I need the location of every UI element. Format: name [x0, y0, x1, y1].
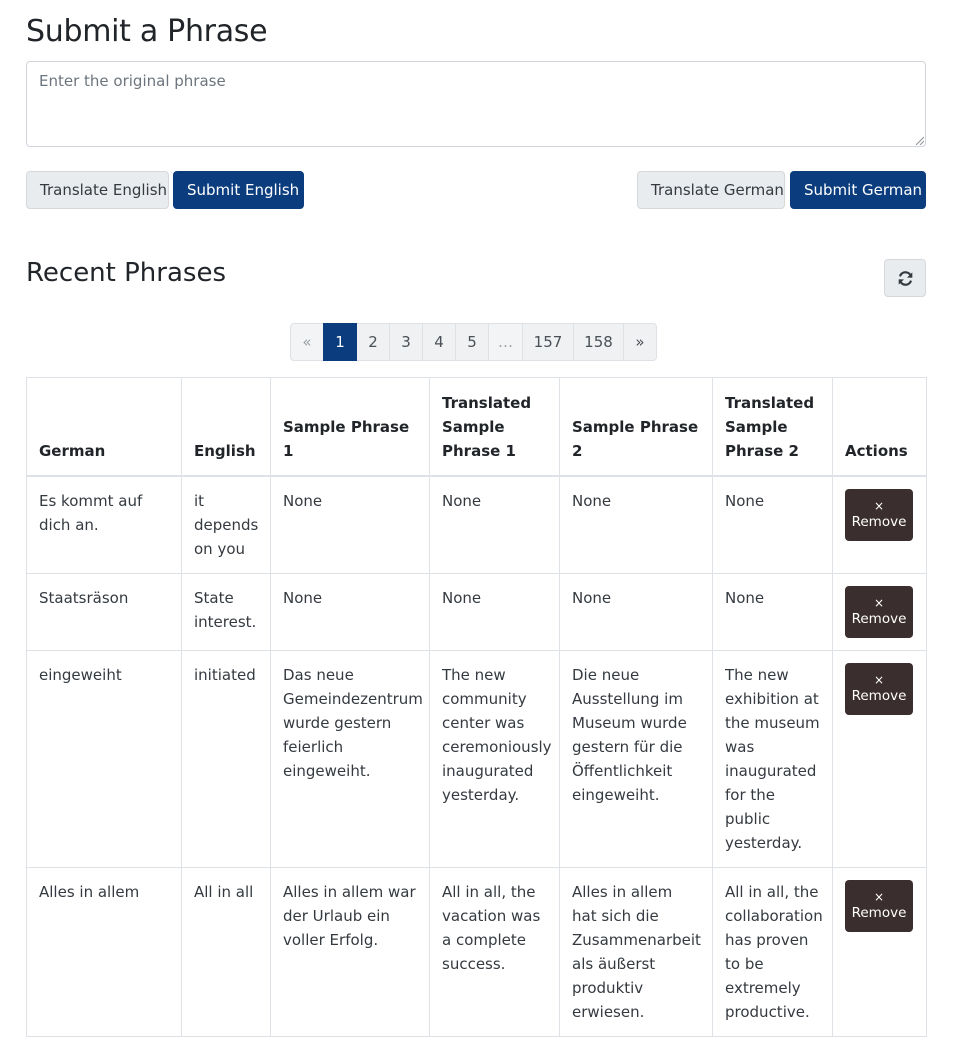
remove-label: Remove: [851, 610, 907, 627]
pagination-next[interactable]: »: [623, 323, 657, 361]
page-link-1[interactable]: 1: [323, 323, 357, 361]
cell-german: eingeweiht: [26, 649, 182, 868]
page-link-157[interactable]: 157: [522, 323, 574, 361]
cell-translated-sample-phrase-1: None: [429, 475, 560, 574]
table-header-row: German English Sample Phrase 1 Translate…: [26, 377, 927, 477]
cell-translated-sample-phrase-1: The new community center was ceremonious…: [429, 649, 560, 868]
table-row: eingeweiht initiated Das neue Gemeindeze…: [26, 649, 927, 868]
close-icon: ×: [873, 498, 885, 513]
submit-german-button[interactable]: Submit German: [790, 171, 926, 209]
pagination-prev: «: [290, 323, 324, 361]
cell-translated-sample-phrase-2: None: [712, 475, 833, 574]
cell-german: Alles in allem: [26, 866, 182, 1037]
table-row: Staatsräson State interest. None None No…: [26, 572, 927, 651]
col-header-sample-phrase-2: Sample Phrase 2: [559, 377, 713, 477]
remove-label: Remove: [851, 904, 907, 921]
col-header-english: English: [181, 377, 271, 477]
cell-sample-phrase-2: Alles in allem hat sich die Zusammenarbe…: [559, 866, 713, 1037]
cell-translated-sample-phrase-1: All in all, the vacation was a complete …: [429, 866, 560, 1037]
col-header-translated-sample-phrase-2: Translated Sample Phrase 2: [712, 377, 833, 477]
cell-english: initiated: [181, 649, 271, 868]
page-link-5[interactable]: 5: [455, 323, 489, 361]
submit-english-button[interactable]: Submit English: [173, 171, 304, 209]
remove-button[interactable]: × Remove: [845, 585, 913, 638]
cell-actions: × Remove: [832, 475, 927, 574]
table-row: Alles in allem All in all Alles in allem…: [26, 866, 927, 1037]
col-header-actions: Actions: [832, 377, 927, 477]
col-header-sample-phrase-1: Sample Phrase 1: [270, 377, 430, 477]
cell-english: State interest.: [181, 572, 271, 651]
cell-translated-sample-phrase-1: None: [429, 572, 560, 651]
page-link-3[interactable]: 3: [389, 323, 423, 361]
cell-english: All in all: [181, 866, 271, 1037]
cell-actions: × Remove: [832, 866, 927, 1037]
refresh-button[interactable]: [884, 259, 926, 297]
cell-sample-phrase-2: None: [559, 475, 713, 574]
cell-sample-phrase-1: None: [270, 572, 430, 651]
table-row: Es kommt auf dich an. it depends on you …: [26, 475, 927, 574]
remove-button[interactable]: × Remove: [845, 488, 913, 541]
translate-german-button[interactable]: Translate German: [637, 171, 785, 209]
remove-button[interactable]: × Remove: [845, 662, 913, 715]
phrase-input[interactable]: [26, 61, 926, 147]
cell-actions: × Remove: [832, 649, 927, 868]
translate-english-button[interactable]: Translate English: [26, 171, 169, 209]
cell-sample-phrase-1: Das neue Gemeindezentrum wurde gestern f…: [270, 649, 430, 868]
remove-label: Remove: [851, 687, 907, 704]
close-icon: ×: [873, 672, 885, 687]
page-link-2[interactable]: 2: [356, 323, 390, 361]
cell-sample-phrase-1: None: [270, 475, 430, 574]
cell-translated-sample-phrase-2: The new exhibition at the museum was ina…: [712, 649, 833, 868]
refresh-icon: [898, 270, 912, 286]
cell-sample-phrase-2: Die neue Ausstellung im Museum wurde ges…: [559, 649, 713, 868]
recent-phrases-heading: Recent Phrases: [26, 258, 226, 288]
cell-german: Staatsräson: [26, 572, 182, 651]
remove-button[interactable]: × Remove: [845, 879, 913, 932]
page-ellipsis: …: [488, 323, 523, 361]
close-icon: ×: [873, 595, 885, 610]
pagination: « 1 2 3 4 5 … 157 158 »: [290, 323, 657, 361]
cell-german: Es kommt auf dich an.: [26, 475, 182, 574]
phrases-table: German English Sample Phrase 1 Translate…: [26, 377, 927, 1037]
cell-actions: × Remove: [832, 572, 927, 651]
cell-translated-sample-phrase-2: None: [712, 572, 833, 651]
cell-english: it depends on you: [181, 475, 271, 574]
col-header-german: German: [26, 377, 182, 477]
page-link-158[interactable]: 158: [573, 323, 624, 361]
remove-label: Remove: [851, 513, 907, 530]
cell-sample-phrase-1: Alles in allem war der Urlaub ein voller…: [270, 866, 430, 1037]
cell-sample-phrase-2: None: [559, 572, 713, 651]
cell-translated-sample-phrase-2: All in all, the collaboration has proven…: [712, 866, 833, 1037]
page-title: Submit a Phrase: [26, 14, 268, 49]
page-link-4[interactable]: 4: [422, 323, 456, 361]
col-header-translated-sample-phrase-1: Translated Sample Phrase 1: [429, 377, 560, 477]
close-icon: ×: [873, 889, 885, 904]
page: Submit a Phrase Translate English Submit…: [0, 0, 959, 1037]
